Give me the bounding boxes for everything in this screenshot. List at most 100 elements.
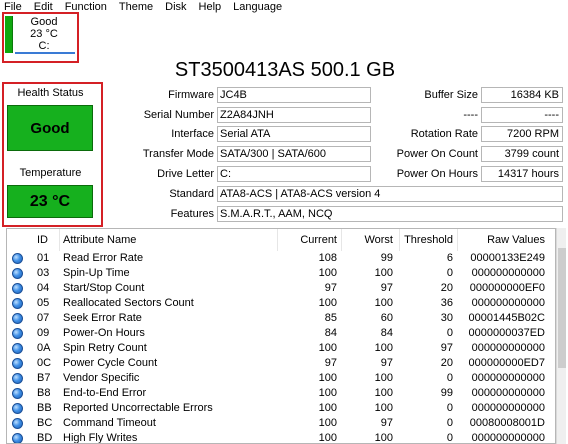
- temperature-button[interactable]: 23 °C: [7, 185, 93, 218]
- cell-raw-values: 000000000ED7: [468, 357, 545, 369]
- cell-id: 0A: [37, 342, 51, 354]
- cell-worst: 84: [380, 327, 393, 339]
- table-row[interactable]: 03 Spin-Up Time 100 100 0 000000000000: [7, 266, 555, 281]
- cell-attribute-name: Start/Stop Count: [63, 282, 145, 294]
- cell-id: 07: [37, 312, 50, 324]
- cell-raw-values: 00080008001D: [469, 417, 545, 429]
- menu-disk[interactable]: Disk: [159, 0, 192, 14]
- cell-id: 01: [37, 252, 50, 264]
- cell-attribute-name: Power-On Hours: [63, 327, 145, 339]
- header-worst[interactable]: Worst: [337, 233, 393, 247]
- status-good-icon: [12, 373, 23, 384]
- nv-cache-label: ----: [463, 109, 478, 121]
- scrollbar-thumb[interactable]: [558, 248, 566, 368]
- drive-status-bar: [5, 16, 13, 53]
- menu-language[interactable]: Language: [227, 0, 288, 14]
- cell-current: 100: [318, 297, 337, 309]
- table-scrollbar[interactable]: [556, 228, 566, 444]
- header-id[interactable]: ID: [37, 233, 48, 247]
- firmware-value: JC4B: [217, 87, 371, 103]
- cell-attribute-name: High Fly Writes: [63, 432, 138, 444]
- cell-threshold: 30: [440, 312, 453, 324]
- cell-threshold: 0: [446, 327, 453, 339]
- features-value: S.M.A.R.T., AAM, NCQ: [217, 206, 563, 222]
- table-row[interactable]: BD High Fly Writes 100 100 0 000000000000: [7, 431, 555, 444]
- table-row[interactable]: BC Command Timeout 100 97 0 00080008001D: [7, 416, 555, 431]
- status-good-icon: [12, 313, 23, 324]
- cell-attribute-name: Reallocated Sectors Count: [63, 297, 194, 309]
- column-separator: [277, 229, 278, 251]
- cell-raw-values: 000000000000: [471, 432, 545, 444]
- cell-id: BB: [37, 402, 52, 414]
- table-row[interactable]: 09 Power-On Hours 84 84 0 0000000037ED: [7, 326, 555, 341]
- table-row[interactable]: 0C Power Cycle Count 97 97 20 000000000ED7: [7, 356, 555, 371]
- table-header: ID Attribute Name Current Worst Threshol…: [7, 229, 555, 251]
- menu-bar: File Edit Function Theme Disk Help Langu…: [0, 0, 568, 14]
- cell-id: 04: [37, 282, 50, 294]
- cell-raw-values: 000000000000: [471, 372, 545, 384]
- transfer-mode-value: SATA/300 | SATA/600: [217, 146, 371, 162]
- cell-current: 108: [318, 252, 337, 264]
- table-row[interactable]: B8 End-to-End Error 100 100 99 000000000000: [7, 386, 555, 401]
- status-good-icon: [12, 298, 23, 309]
- cell-threshold: 97: [440, 342, 453, 354]
- drive-letter-value: C:: [217, 166, 371, 182]
- header-threshold[interactable]: Threshold: [393, 233, 453, 247]
- cell-attribute-name: Vendor Specific: [63, 372, 140, 384]
- cell-id: BC: [37, 417, 53, 429]
- cell-threshold: 0: [446, 417, 453, 429]
- cell-current: 100: [318, 342, 337, 354]
- interface-label: Interface: [171, 128, 214, 140]
- firmware-label: Firmware: [168, 89, 214, 101]
- status-good-icon: [12, 253, 23, 264]
- serial-number-label: Serial Number: [143, 109, 214, 121]
- drive-tab-c[interactable]: Good 23 °C C:: [5, 16, 77, 60]
- cell-id: B8: [37, 387, 51, 399]
- table-row[interactable]: B7 Vendor Specific 100 100 0 000000000000: [7, 371, 555, 386]
- rotation-rate-label: Rotation Rate: [410, 128, 478, 140]
- cell-threshold: 20: [440, 282, 453, 294]
- cell-raw-values: 00001445B02C: [468, 312, 545, 324]
- buffer-size-value: 16384 KB: [481, 87, 563, 103]
- cell-worst: 100: [374, 432, 393, 444]
- cell-raw-values: 0000000037ED: [468, 327, 545, 339]
- cell-threshold: 99: [440, 387, 453, 399]
- power-on-count-value: 3799 count: [481, 146, 563, 162]
- cell-current: 97: [324, 282, 337, 294]
- cell-raw-values: 000000000EF0: [469, 282, 545, 294]
- table-row[interactable]: 07 Seek Error Rate 85 60 30 00001445B02C: [7, 311, 555, 326]
- cell-raw-values: 00000133E249: [470, 252, 545, 264]
- cell-threshold: 0: [446, 432, 453, 444]
- drive-tab-letter: C:: [38, 40, 50, 52]
- header-current[interactable]: Current: [269, 233, 337, 247]
- menu-help[interactable]: Help: [193, 0, 228, 14]
- header-raw-values[interactable]: Raw Values: [453, 233, 545, 247]
- table-row[interactable]: 01 Read Error Rate 108 99 6 00000133E249: [7, 251, 555, 266]
- cell-raw-values: 000000000000: [471, 342, 545, 354]
- header-attribute-name[interactable]: Attribute Name: [63, 233, 136, 247]
- features-label: Features: [170, 208, 214, 220]
- cell-attribute-name: Reported Uncorrectable Errors: [63, 402, 213, 414]
- cell-current: 100: [318, 267, 337, 279]
- cell-threshold: 0: [446, 372, 453, 384]
- cell-threshold: 0: [446, 267, 453, 279]
- status-good-icon: [12, 388, 23, 399]
- menu-theme[interactable]: Theme: [113, 0, 159, 14]
- cell-current: 100: [318, 387, 337, 399]
- cell-current: 85: [324, 312, 337, 324]
- cell-attribute-name: End-to-End Error: [63, 387, 147, 399]
- table-row[interactable]: BB Reported Uncorrectable Errors 100 100 0 00…: [7, 401, 555, 416]
- table-row[interactable]: 0A Spin Retry Count 100 100 97 000000000000: [7, 341, 555, 356]
- serial-number-value: Z2A84JNH: [217, 107, 371, 123]
- table-row[interactable]: 04 Start/Stop Count 97 97 20 000000000EF0: [7, 281, 555, 296]
- status-good-icon: [12, 268, 23, 279]
- cell-worst: 100: [374, 387, 393, 399]
- health-status-button[interactable]: Good: [7, 105, 93, 151]
- status-good-icon: [12, 283, 23, 294]
- column-separator: [399, 229, 400, 251]
- status-good-icon: [12, 403, 23, 414]
- status-good-icon: [12, 433, 23, 443]
- power-on-hours-label: Power On Hours: [396, 168, 478, 180]
- table-row[interactable]: 05 Reallocated Sectors Count 100 100 36 00000…: [7, 296, 555, 311]
- cell-current: 100: [318, 402, 337, 414]
